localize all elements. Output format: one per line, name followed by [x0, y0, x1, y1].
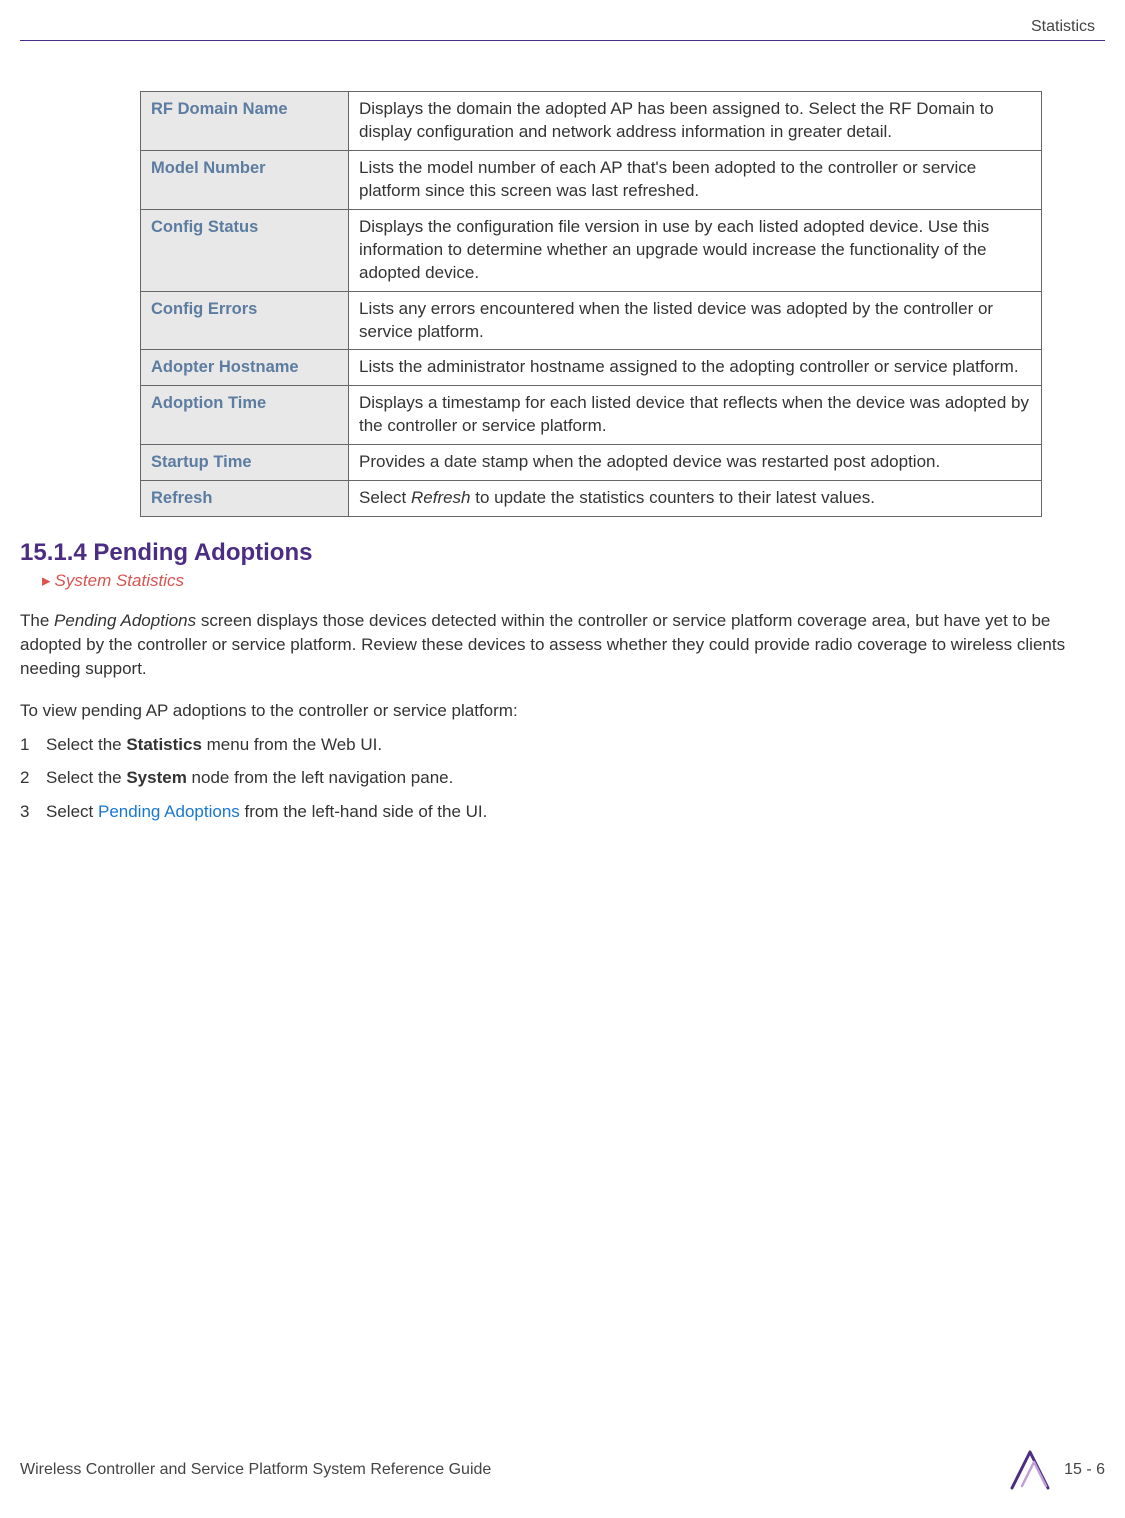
term-cell: Refresh [141, 481, 349, 517]
desc-cell: Lists the model number of each AP that's… [349, 150, 1042, 209]
term-cell: Model Number [141, 150, 349, 209]
footer-title: Wireless Controller and Service Platform… [20, 1461, 491, 1479]
table-row: Config Errors Lists any errors encounter… [141, 291, 1042, 350]
arrow-icon: ▸ [42, 571, 51, 590]
desc-cell: Displays a timestamp for each listed dev… [349, 386, 1042, 445]
footer-page-number: 15 - 6 [1064, 1461, 1105, 1479]
term-cell: Adoption Time [141, 386, 349, 445]
step-text: Select the Statistics menu from the Web … [46, 733, 382, 757]
header-chapter: Statistics [20, 18, 1105, 36]
intro-prefix: The [20, 611, 54, 630]
section-intro: The Pending Adoptions screen displays th… [20, 609, 1105, 680]
desc-cell: Provides a date stamp when the adopted d… [349, 445, 1042, 481]
table-row: Startup Time Provides a date stamp when … [141, 445, 1042, 481]
step-item: 1 Select the Statistics menu from the We… [20, 733, 1105, 757]
table-row: Refresh Select Refresh to update the sta… [141, 481, 1042, 517]
steps-intro: To view pending AP adoptions to the cont… [20, 701, 1105, 721]
step-number: 3 [20, 800, 46, 824]
desc-cell: Displays the configuration file version … [349, 209, 1042, 291]
step-text: Select Pending Adoptions from the left-h… [46, 800, 487, 824]
footer-logo-icon [1010, 1450, 1050, 1490]
step-text: Select the System node from the left nav… [46, 766, 453, 790]
desc-cell: Displays the domain the adopted AP has b… [349, 92, 1042, 151]
table-row: Model Number Lists the model number of e… [141, 150, 1042, 209]
step-number: 1 [20, 733, 46, 757]
term-cell: Startup Time [141, 445, 349, 481]
breadcrumb[interactable]: ▸System Statistics [42, 571, 1105, 591]
table-row: Adopter Hostname Lists the administrator… [141, 350, 1042, 386]
term-cell: Config Status [141, 209, 349, 291]
desc-cell: Lists any errors encountered when the li… [349, 291, 1042, 350]
step-bold: Statistics [126, 735, 202, 754]
desc-italic: Refresh [411, 488, 471, 507]
term-cell: Config Errors [141, 291, 349, 350]
desc-cell: Lists the administrator hostname assigne… [349, 350, 1042, 386]
term-cell: Adopter Hostname [141, 350, 349, 386]
desc-prefix: Select [359, 488, 411, 507]
table-row: Config Status Displays the configuration… [141, 209, 1042, 291]
header-divider [20, 40, 1105, 41]
table-row: Adoption Time Displays a timestamp for e… [141, 386, 1042, 445]
section-heading: 15.1.4 Pending Adoptions [20, 539, 1105, 567]
page-footer: Wireless Controller and Service Platform… [20, 1450, 1105, 1490]
step-number: 2 [20, 766, 46, 790]
breadcrumb-link[interactable]: System Statistics [55, 571, 184, 590]
definitions-table: RF Domain Name Displays the domain the a… [140, 91, 1042, 517]
table-row: RF Domain Name Displays the domain the a… [141, 92, 1042, 151]
step-item: 2 Select the System node from the left n… [20, 766, 1105, 790]
steps-list: 1 Select the Statistics menu from the We… [20, 733, 1105, 824]
step-bold: System [126, 768, 186, 787]
term-cell: RF Domain Name [141, 92, 349, 151]
desc-cell: Select Refresh to update the statistics … [349, 481, 1042, 517]
step-item: 3 Select Pending Adoptions from the left… [20, 800, 1105, 824]
desc-suffix: to update the statistics counters to the… [471, 488, 875, 507]
step-link[interactable]: Pending Adoptions [98, 802, 240, 821]
intro-italic: Pending Adoptions [54, 611, 196, 630]
